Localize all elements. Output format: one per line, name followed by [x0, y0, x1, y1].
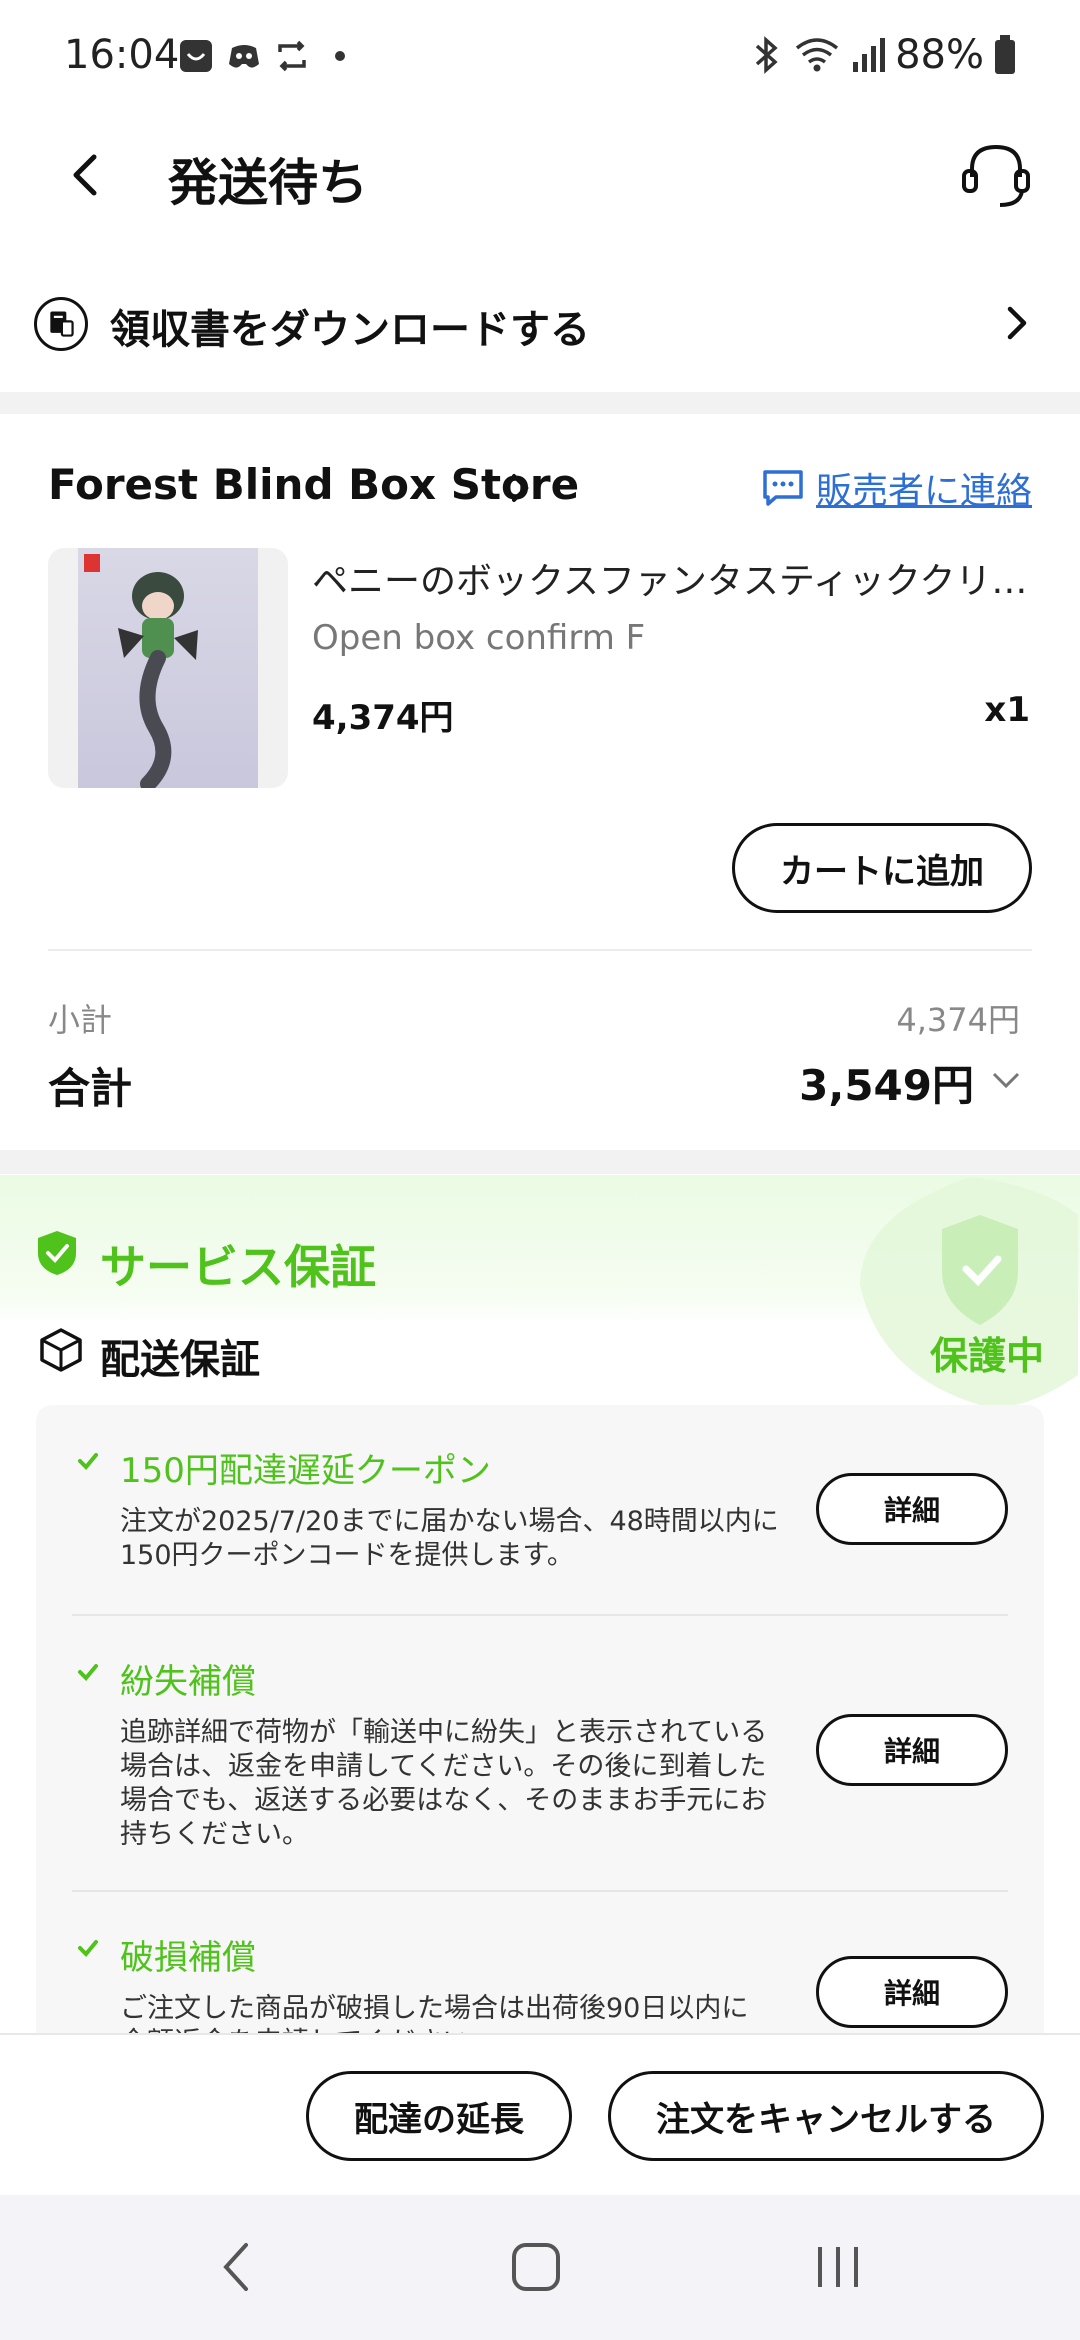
nav-home-icon[interactable] [508, 2237, 564, 2297]
guarantee-desc-line: 150円クーポンコードを提供します。 [120, 1540, 574, 1571]
guarantee-title: 紛失補償 [120, 1662, 256, 1702]
details-button[interactable]: 詳細 [816, 1956, 1008, 2028]
cancel-order-button[interactable]: 注文をキャンセルする [608, 2071, 1044, 2161]
guarantee-desc-line: 場合でも、返送する必要はなく、そのままお手元にお [120, 1785, 768, 1816]
notification-icon [180, 40, 212, 72]
product-title[interactable]: ペニーのボックスファンタスティッククリー… [312, 552, 1032, 604]
status-time: 16:04 [64, 32, 180, 78]
discord-icon [229, 45, 259, 68]
page-title: 発送待ち [168, 154, 368, 212]
contact-seller-link[interactable]: 販売者に連絡 [762, 462, 1032, 514]
download-receipt-label: 領収書をダウンロードする [110, 307, 590, 353]
product-image[interactable] [48, 548, 288, 788]
divider [48, 949, 1032, 951]
shield-check-icon [38, 1231, 76, 1275]
guarantee-description: 注文が2025/7/20までに届かない場合、48時間以内に 150円クーポンコー… [120, 1505, 840, 1573]
signal-icon [853, 38, 886, 72]
figure-illustration [84, 554, 198, 788]
guarantee-desc-line: 持ちください。 [120, 1819, 309, 1850]
app-header: 発送待ち [0, 115, 1080, 245]
guarantee-desc-line: ご注文した商品が破損した場合は出荷後90日以内に [120, 1993, 749, 2024]
guarantee-item: 破損補償 ご注文した商品が破損した場合は出荷後90日以内に 全額返金を申請してく… [36, 1892, 1044, 2045]
battery-icon [995, 35, 1015, 74]
guarantee-desc-line: 場合は、返金を申請してください。その後に到着した [120, 1751, 767, 1782]
guarantee-desc-line: 追跡詳細で荷物が「輸送中に紛失」と表示されている [120, 1717, 768, 1748]
back-arrow-icon[interactable] [56, 145, 116, 205]
status-icons-right: 88% [749, 32, 1016, 78]
system-nav-bar [0, 2195, 1080, 2340]
subtotal-value: 4,374円 [896, 1001, 1020, 1039]
guarantee-title: 破損補償 [120, 1938, 256, 1978]
chevron-right-icon [1007, 306, 1027, 340]
check-icon [78, 1940, 98, 1957]
status-bar: 16:04 88% [0, 0, 1080, 115]
subtotal-label: 小計 [48, 1001, 113, 1039]
guarantee-item: 150円配達遅延クーポン 注文が2025/7/20までに届かない場合、48時間以… [36, 1405, 1044, 1615]
guarantee-item: 紛失補償 追跡詳細で荷物が「輸送中に紛失」と表示されている 場合は、返金を申請し… [36, 1616, 1044, 1890]
guarantee-desc-line: 注文が2025/7/20までに届かない場合、48時間以内に [120, 1506, 779, 1537]
battery-percent: 88% [895, 32, 984, 78]
guarantee-title: 150円配達遅延クーポン [120, 1451, 491, 1491]
extend-delivery-button[interactable]: 配達の延長 [306, 2071, 572, 2161]
protection-status: 保護中 [929, 1334, 1044, 1378]
package-icon [40, 1328, 82, 1372]
receipt-icon [34, 297, 88, 351]
product-quantity: x1 [984, 690, 1030, 730]
product-price: 4,374円 [312, 698, 454, 738]
store-name-link[interactable]: Forest Blind Box Store [48, 460, 579, 509]
download-receipt-row[interactable]: 領収書をダウンロードする [0, 275, 1080, 390]
service-guarantee-section: サービス保証 保護中 配送保証 150円配達遅延クーポン 注文が2025/7/2… [0, 1175, 1080, 2045]
total-label: 合計 [48, 1064, 133, 1113]
check-icon [78, 1453, 98, 1470]
service-guarantee-title: サービス保証 [100, 1240, 376, 1294]
nav-recents-icon[interactable] [810, 2237, 866, 2297]
check-icon [78, 1664, 98, 1681]
sync-icon [278, 40, 306, 72]
contact-seller-label: 販売者に連絡 [815, 471, 1032, 512]
bottom-action-bar: 配達の延長 注文をキャンセルする [0, 2033, 1080, 2195]
add-to-cart-button[interactable]: カートに追加 [732, 823, 1032, 913]
section-divider [0, 392, 1080, 414]
guarantee-list: 150円配達遅延クーポン 注文が2025/7/20までに届かない場合、48時間以… [36, 1405, 1044, 2045]
chevron-right-icon [512, 474, 529, 502]
customer-support-icon[interactable] [956, 135, 1036, 215]
shipping-guarantee-label: 配送保証 [100, 1337, 260, 1383]
total-value[interactable]: 3,549円 [799, 1052, 974, 1113]
details-button[interactable]: 詳細 [816, 1473, 1008, 1545]
guarantee-description: 追跡詳細で荷物が「輸送中に紛失」と表示されている 場合は、返金を申請してください… [120, 1716, 840, 1852]
section-divider [0, 1150, 1080, 1174]
chat-icon [763, 470, 803, 506]
details-button[interactable]: 詳細 [816, 1714, 1008, 1786]
nav-back-icon[interactable] [210, 2237, 266, 2297]
dot-icon [335, 51, 345, 61]
product-photo [78, 548, 258, 788]
wifi-icon [796, 38, 839, 72]
bluetooth-icon [755, 36, 778, 74]
status-icons-left [178, 38, 358, 74]
product-variant: Open box confirm F [312, 618, 646, 658]
chevron-down-icon[interactable] [988, 1062, 1024, 1098]
